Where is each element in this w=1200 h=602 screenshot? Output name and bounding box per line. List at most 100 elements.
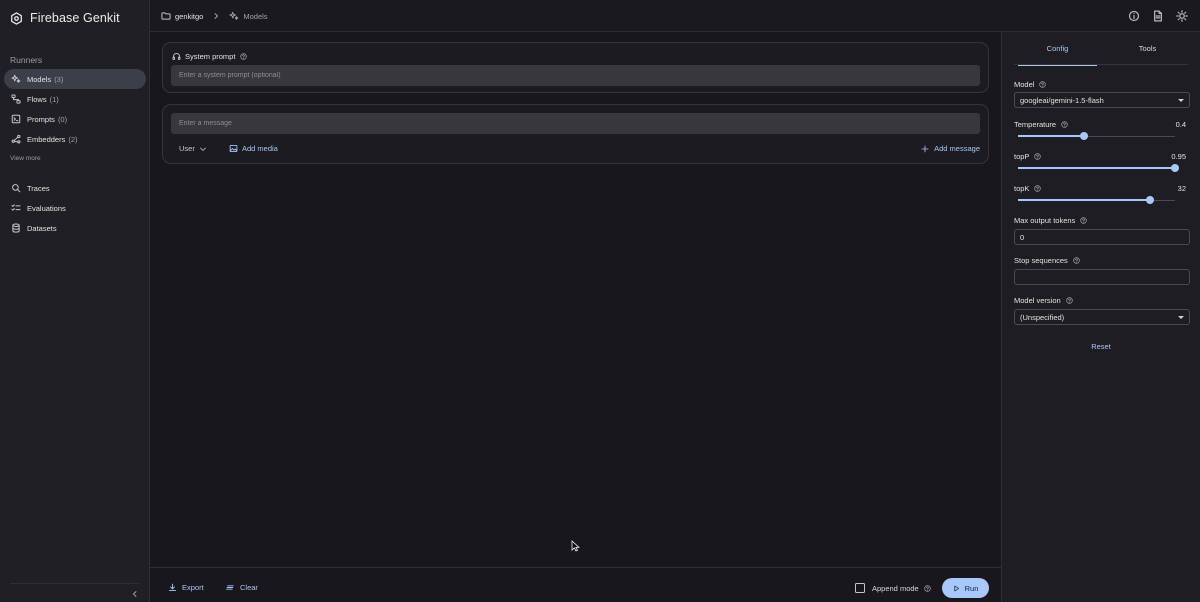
system-prompt-card: System prompt — [162, 42, 989, 93]
temperature-field-label: Temperature — [1014, 120, 1068, 129]
help-icon[interactable] — [1034, 185, 1042, 192]
add-media-label: Add media — [242, 144, 278, 153]
play-icon — [953, 585, 965, 592]
flow-icon — [11, 94, 27, 104]
help-icon[interactable] — [1065, 297, 1073, 304]
help-icon[interactable] — [240, 53, 251, 60]
info-icon[interactable] — [1128, 10, 1140, 22]
config-tabs: Config Tools — [1014, 32, 1191, 66]
theme-toggle-icon[interactable] — [1176, 10, 1188, 22]
sidebar-item-count: (3) — [54, 74, 64, 84]
run-button[interactable]: Run — [942, 578, 989, 598]
main-panel: System prompt User Add media — [150, 32, 1001, 602]
database-icon — [11, 223, 27, 233]
sidebar-item-label: Prompts — [27, 114, 55, 124]
model-field-label: Model — [1014, 80, 1047, 89]
slider-thumb[interactable] — [1171, 164, 1179, 172]
help-icon[interactable] — [1034, 153, 1042, 160]
stop-sequences-input[interactable] — [1014, 269, 1190, 285]
runners-section-label: Runners — [10, 55, 43, 65]
tab-tools[interactable]: Tools — [1104, 32, 1191, 65]
slider-fill — [1018, 135, 1084, 137]
brand[interactable]: Firebase Genkit — [10, 11, 120, 25]
sparkle-icon — [229, 11, 239, 21]
sidebar-item-label: Models — [27, 74, 52, 84]
sidebar-item-prompts[interactable]: Prompts (0) — [4, 109, 146, 129]
sidebar-item-count: (2) — [68, 134, 78, 144]
sidebar-item-embedders[interactable]: Embedders (2) — [4, 129, 146, 149]
hexagon-logo-icon — [10, 11, 23, 25]
collapse-sidebar-button[interactable] — [131, 590, 139, 598]
top-bar: genkitgo Models — [150, 0, 1200, 32]
tools-nav: Traces Evaluations Datasets — [4, 178, 146, 238]
model-version-field-label: Model version — [1014, 296, 1073, 305]
help-icon[interactable] — [923, 584, 931, 592]
sidebar-item-label: Datasets — [27, 223, 57, 233]
model-version-select[interactable]: (Unspecified) — [1014, 309, 1190, 325]
clear-all-icon — [226, 583, 240, 592]
clear-button[interactable]: Clear — [226, 583, 258, 592]
topk-slider[interactable] — [1018, 196, 1175, 204]
slider-thumb[interactable] — [1079, 132, 1088, 140]
add-message-button[interactable]: Add message — [921, 144, 980, 153]
system-prompt-input[interactable] — [171, 65, 980, 86]
add-media-button[interactable]: Add media — [229, 144, 278, 153]
temperature-slider[interactable] — [1018, 132, 1175, 140]
help-icon[interactable] — [1039, 81, 1047, 88]
stop-sequences-label: Stop sequences — [1014, 256, 1068, 265]
runners-nav: Models (3) Flows (1) Prompts (0) Embedde… — [4, 69, 146, 149]
max-tokens-label: Max output tokens — [1014, 216, 1076, 225]
sparkle-icon — [11, 74, 27, 84]
breadcrumb-project[interactable]: genkitgo — [175, 12, 203, 21]
folder-icon — [161, 11, 171, 21]
prompt-icon — [11, 114, 27, 124]
chevron-left-icon — [131, 590, 139, 598]
caret-down-icon — [1178, 99, 1184, 102]
breadcrumb-current: Models — [243, 11, 268, 21]
tab-config[interactable]: Config — [1014, 32, 1101, 66]
bottom-bar: Export Clear Append mode Run — [150, 567, 1001, 602]
topp-slider[interactable] — [1018, 164, 1179, 172]
clear-label: Clear — [240, 583, 258, 592]
sidebar-item-datasets[interactable]: Datasets — [4, 218, 146, 238]
append-mode-toggle[interactable]: Append mode — [855, 583, 931, 593]
document-icon[interactable] — [1152, 10, 1164, 22]
sidebar-item-evaluations[interactable]: Evaluations — [4, 198, 146, 218]
view-more-link[interactable]: View more — [10, 155, 41, 162]
model-select[interactable]: googleai/gemini-1.5-flash — [1014, 92, 1190, 108]
sidebar-item-count: (1) — [49, 94, 59, 104]
app-title: Firebase Genkit — [30, 11, 120, 25]
config-panel: Config Tools Model googleai/gemini-1.5-f… — [1001, 32, 1200, 602]
sidebar-item-flows[interactable]: Flows (1) — [4, 89, 146, 109]
sidebar-item-models[interactable]: Models (3) — [4, 69, 146, 89]
chevron-down-icon — [195, 145, 207, 153]
help-icon[interactable] — [1073, 257, 1080, 264]
message-input[interactable] — [171, 113, 980, 134]
max-tokens-input[interactable] — [1014, 229, 1190, 245]
help-icon[interactable] — [1080, 217, 1088, 224]
slider-fill — [1018, 199, 1150, 201]
reset-button[interactable]: Reset — [1002, 342, 1200, 351]
sidebar: Firebase Genkit Runners Models (3) Flows… — [0, 0, 150, 602]
slider-thumb[interactable] — [1145, 196, 1154, 204]
slider-fill — [1018, 167, 1175, 169]
sidebar-item-label: Flows — [27, 94, 47, 104]
role-select-value: User — [179, 144, 195, 153]
checklist-icon — [11, 203, 27, 213]
run-label: Run — [964, 583, 979, 593]
export-button[interactable]: Export — [168, 583, 204, 592]
headset-icon — [172, 52, 185, 61]
topk-field-label: topK — [1014, 184, 1042, 193]
model-version-value: (Unspecified) — [1020, 312, 1065, 322]
system-prompt-header: System prompt — [172, 52, 251, 61]
append-mode-label: Append mode — [872, 583, 919, 593]
download-icon — [168, 583, 182, 592]
message-card: User Add media Add message — [162, 104, 989, 164]
model-version-label: Model version — [1014, 296, 1061, 305]
temperature-label: Temperature — [1014, 120, 1057, 129]
role-select[interactable]: User — [179, 144, 207, 153]
append-mode-checkbox[interactable] — [855, 583, 865, 593]
sidebar-item-traces[interactable]: Traces — [4, 178, 146, 198]
help-icon[interactable] — [1061, 121, 1068, 128]
export-label: Export — [182, 583, 204, 592]
